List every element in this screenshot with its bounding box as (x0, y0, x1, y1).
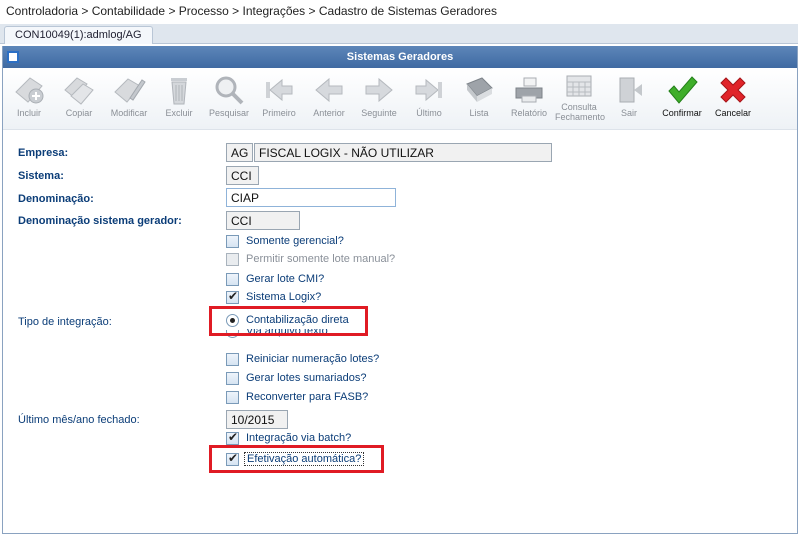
list-button[interactable]: Lista (455, 72, 503, 128)
include-label: Incluir (16, 108, 41, 118)
previous-label: Anterior (313, 108, 345, 118)
gerar-lote-cmi-checkbox[interactable] (226, 273, 239, 286)
gerar-lotes-sumariados-checkbox[interactable] (226, 372, 239, 385)
empresa-code-field: AG (226, 143, 253, 162)
reconverter-fasb-label: Reconverter para FASB? (246, 391, 369, 403)
exit-button[interactable]: Sair (605, 72, 653, 128)
integracao-batch-checkbox[interactable]: ✔ (226, 430, 239, 445)
denominacao-label: Denominação: (18, 193, 94, 205)
gerar-lotes-sumariados-label: Gerar lotes sumariados? (246, 372, 367, 384)
first-icon (266, 78, 293, 102)
delete-button[interactable]: Excluir (155, 72, 203, 128)
next-icon (365, 77, 393, 103)
cancel-label: Cancelar (714, 108, 752, 118)
sistema-field: CCI (226, 166, 259, 185)
last-label: Último (416, 108, 442, 118)
ultimo-mes-label: Último mês/ano fechado: (18, 414, 140, 426)
edit-label: Modificar (110, 108, 148, 118)
tipo-integracao-label: Tipo de integração: (18, 316, 112, 328)
sistema-logix-label: Sistema Logix? (246, 291, 322, 303)
search-button[interactable]: Pesquisar (205, 72, 253, 128)
calendar-icon (566, 75, 592, 97)
previous-button[interactable]: Anterior (305, 72, 353, 128)
sistema-logix-check-icon: ✔ (228, 289, 239, 303)
toolbar: Incluir Copiar Modificar Excluir Pesquis… (3, 68, 797, 130)
exit-icon (619, 77, 642, 103)
first-button[interactable]: Primeiro (255, 72, 303, 128)
list-label: Lista (469, 108, 489, 118)
checkmark-icon (668, 76, 698, 104)
confirm-label: Confirmar (662, 108, 702, 118)
reiniciar-numeracao-label: Reiniciar numeração lotes? (246, 353, 380, 365)
book-icon (466, 77, 493, 102)
window-icon (7, 51, 19, 63)
tab-bar: CON10049(1):admlog/AG (0, 24, 798, 44)
edit-icon (114, 78, 146, 103)
empresa-name-field: FISCAL LOGIX - NÃO UTILIZAR (254, 143, 552, 162)
permitir-lote-manual-label: Permitir somente lote manual? (246, 253, 396, 265)
window-title: Sistemas Geradores (346, 51, 454, 63)
tab-con10049[interactable]: CON10049(1):admlog/AG (4, 26, 153, 44)
next-label: Seguinte (361, 108, 397, 118)
empresa-label: Empresa: (18, 147, 69, 159)
next-button[interactable]: Seguinte (355, 72, 403, 128)
copy-button[interactable]: Copiar (55, 72, 103, 128)
printer-icon (515, 77, 543, 103)
sistema-label: Sistema: (18, 170, 64, 182)
integracao-batch-label: Integração via batch? (246, 432, 352, 444)
screen: Controladoria > Contabilidade > Processo… (0, 0, 798, 534)
delete-label: Excluir (165, 108, 193, 118)
somente-gerencial-checkbox[interactable] (226, 235, 239, 248)
include-button[interactable]: Incluir (5, 72, 53, 128)
breadcrumb: Controladoria > Contabilidade > Processo… (0, 0, 798, 22)
denominacao-gerador-label: Denominação sistema gerador: (18, 215, 182, 227)
sistemas-geradores-window: Sistemas Geradores Incluir Copiar Modifi… (2, 46, 798, 534)
denominacao-input[interactable]: CIAP (226, 188, 396, 207)
window-titlebar: Sistemas Geradores (3, 46, 797, 68)
search-label: Pesquisar (208, 108, 250, 118)
reconverter-fasb-checkbox[interactable] (226, 391, 239, 404)
consulta-fechamento-button[interactable]: Consulta Fechamento (555, 72, 606, 128)
include-icon (15, 77, 44, 104)
integracao-batch-check-icon: ✔ (228, 430, 239, 444)
confirm-button[interactable]: Confirmar (655, 72, 709, 128)
permitir-lote-manual-checkbox (226, 253, 239, 266)
last-button[interactable]: Último (405, 72, 453, 128)
trash-icon (171, 78, 187, 105)
consulta-fechamento-label: Consulta Fechamento (555, 102, 606, 122)
last-icon (415, 78, 442, 102)
sistema-logix-checkbox[interactable]: ✔ (226, 289, 239, 304)
gerar-lote-cmi-label: Gerar lote CMI? (246, 273, 325, 285)
search-icon (215, 76, 244, 105)
first-label: Primeiro (262, 108, 296, 118)
somente-gerencial-label: Somente gerencial? (246, 235, 344, 247)
report-button[interactable]: Relatório (505, 72, 553, 128)
cancel-icon (720, 77, 746, 103)
reiniciar-numeracao-checkbox[interactable] (226, 353, 239, 366)
copy-icon (64, 77, 94, 105)
copy-label: Copiar (65, 108, 93, 118)
ultimo-mes-field: 10/2015 (226, 410, 288, 429)
highlight-tipo-integracao (209, 306, 368, 336)
report-label: Relatório (510, 108, 548, 118)
previous-icon (315, 77, 343, 103)
edit-button[interactable]: Modificar (105, 72, 153, 128)
exit-label: Sair (620, 108, 637, 118)
cancel-button[interactable]: Cancelar (709, 72, 757, 128)
denominacao-gerador-field: CCI (226, 211, 300, 230)
highlight-efetivacao (209, 445, 384, 473)
